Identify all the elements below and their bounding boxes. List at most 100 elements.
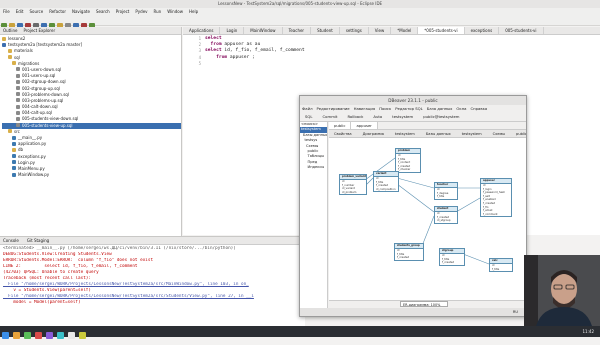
taskbar-app-icon[interactable]	[35, 332, 42, 339]
menu-item-file[interactable]: File	[3, 9, 10, 14]
navigator-item[interactable]: Индексы	[300, 165, 327, 170]
taskbar-app-icon[interactable]	[2, 332, 9, 339]
sql-keyword: from	[205, 42, 222, 48]
menu-item-refactor[interactable]: Refactor	[49, 9, 66, 14]
editor-tab[interactable]: exceptions	[465, 27, 500, 34]
dbeaver-menu-item[interactable]: Навигация	[354, 106, 376, 111]
er-entity[interactable]: stgroup id f_title f_created	[439, 248, 465, 266]
dbeaver-tab[interactable]: public	[329, 122, 352, 129]
er-diagram[interactable]: problem id f_title f_content f_created f_chec…	[329, 138, 526, 300]
editor-tab[interactable]: 005-students-vi	[499, 27, 544, 34]
dbeaver-menu-item[interactable]: Справка	[471, 106, 488, 111]
editor-tab[interactable]: Login	[220, 27, 245, 34]
editor-tab[interactable]: *Model	[391, 27, 419, 34]
dbeaver-menu-item[interactable]: Редактирование	[317, 106, 350, 111]
taskbar-app-icon[interactable]	[68, 332, 75, 339]
dbeaver-menu-item[interactable]: Окна	[456, 106, 466, 111]
tree-item-label: 001-users-down.sql	[22, 66, 62, 72]
project-explorer-panel: Outline Project Explorer lessons2 testsyst…	[0, 27, 182, 236]
console-tab[interactable]: Console	[3, 238, 19, 243]
dbeaver-editor-tabs: public appuser	[329, 122, 526, 130]
tab-project-explorer[interactable]: Project Explorer	[23, 28, 55, 33]
file-icon	[16, 110, 20, 115]
er-entity[interactable]: calc id f_title	[489, 258, 513, 273]
file-icon	[16, 67, 20, 72]
er-entity[interactable]: teacher id f_degree f_title	[434, 182, 458, 200]
menu-item-search[interactable]: Search	[96, 9, 110, 14]
dbeaver-subtab[interactable]: Свойства	[334, 132, 352, 136]
dbeaver-toolbar-item[interactable]: public@testsystem	[423, 114, 459, 119]
code-area[interactable]: select from appuser as au select id, f_fi…	[183, 35, 600, 61]
file-icon	[16, 92, 20, 97]
menu-item-window[interactable]: Window	[167, 9, 183, 14]
dbeaver-subtab[interactable]: testsystem	[395, 132, 415, 136]
editor-tab[interactable]: Student	[311, 27, 340, 34]
editor-tabs: Applications Login MainWindow Teacher Studen…	[183, 27, 600, 35]
tree-item-label: sql	[14, 54, 20, 60]
dbeaver-toolbar-item[interactable]: Auto	[373, 114, 382, 119]
dbeaver-menu-item[interactable]: Файл	[302, 106, 313, 111]
dbeaver-title: DBeaver 23.1.1 - public	[300, 96, 526, 105]
editor-tab[interactable]: Applications	[183, 27, 221, 34]
tree-item-label: MainMenu.py	[18, 165, 45, 171]
er-entity[interactable]: variant id f_title f_created id_composition	[373, 171, 399, 193]
dbeaver-subtab[interactable]: Схемы	[493, 132, 505, 136]
menu-item-navigate[interactable]: Navigate	[72, 9, 90, 14]
menu-item-pydev[interactable]: Pydev	[135, 9, 147, 14]
taskbar-app-icon[interactable]	[46, 332, 53, 339]
console-output[interactable]: <terminated> __main__.py [/home/sergei/w…	[0, 245, 305, 307]
dbeaver-tab[interactable]: appuser	[351, 122, 378, 129]
dbeaver-menu: Файл Редактирование Навигация Поиск Редактор…	[300, 105, 526, 112]
er-entity[interactable]: problem id f_title f_content f_created f_chec…	[395, 148, 421, 173]
taskbar-app-icon[interactable]	[79, 332, 86, 339]
console-line: model = Model(parent=self)	[3, 300, 81, 305]
dbeaver-toolbar-item[interactable]: testsystem	[392, 114, 413, 119]
console-tab[interactable]: Git Staging	[27, 238, 49, 243]
taskbar-app-icon[interactable]	[24, 332, 31, 339]
taskbar-app-icon[interactable]	[13, 332, 20, 339]
editor-tab[interactable]: View	[369, 27, 392, 34]
tab-outline[interactable]: Outline	[3, 28, 17, 33]
editor-tab[interactable]: *005-students-vi	[418, 27, 465, 34]
editor-tab[interactable]: Teacher	[283, 27, 312, 34]
er-entity[interactable]: problem_variant id f_number id_variant id_pr…	[339, 174, 367, 196]
dbeaver-toolbar-item[interactable]: Rollback	[347, 114, 363, 119]
menu-item-source[interactable]: Source	[29, 9, 43, 14]
dbeaver-subtab[interactable]: public	[516, 132, 526, 136]
er-entity[interactable]: students_group id f_title f_created	[394, 243, 424, 261]
er-entity[interactable]: student id f_created id_stgroup	[434, 206, 458, 224]
entity-column: id_problem	[342, 190, 357, 194]
dbeaver-window[interactable]: DBeaver 23.1.1 - public Файл Редактирован…	[299, 95, 527, 317]
editor-tab[interactable]: MainWindow	[244, 27, 283, 34]
taskbar-app-icon[interactable]	[57, 332, 64, 339]
menu-item-project[interactable]: Project	[116, 9, 130, 14]
editor-tab[interactable]: settings	[340, 27, 369, 34]
zoom-select[interactable]: ER-диаграмма: 100%	[400, 301, 448, 307]
dbeaver-toolbar-item[interactable]: Commit	[323, 114, 338, 119]
er-entity[interactable]: appuser id f_login f_password_hash f_salt f_e…	[480, 178, 512, 218]
menu-item-edit[interactable]: Edit	[16, 9, 24, 14]
dbeaver-toolbar-item[interactable]: SQL	[305, 114, 313, 119]
menu-item-help[interactable]: Help	[189, 9, 198, 14]
webcam-overlay	[524, 255, 600, 326]
entity-column: f_created	[397, 256, 410, 260]
dbeaver-menu-item[interactable]: Поиск	[379, 106, 391, 111]
dbeaver-menu-item[interactable]: База данных	[427, 106, 453, 111]
line-number: 5	[198, 60, 201, 66]
tree-item-label: exceptions.py	[18, 153, 46, 159]
dbeaver-menu-item[interactable]: Редактор SQL	[395, 106, 423, 111]
tree-item-label: testsystem2a [testsystem2a master]	[8, 42, 83, 48]
tree-item-label: __main__.py	[18, 135, 43, 140]
dbeaver-subtab[interactable]: testsystem	[462, 132, 482, 136]
dbeaver-toolbar: SQL Commit Rollback Auto testsystem public@te…	[300, 112, 526, 122]
sql-text: appuser as au	[221, 42, 261, 48]
menu-item-run[interactable]: Run	[154, 9, 162, 14]
entity-column: f_comment	[483, 212, 498, 216]
tree-item[interactable]: MainWindow.py	[2, 172, 181, 178]
tree-item-label: 005-students-view-down.sql	[22, 116, 79, 122]
entity-column: f_created	[442, 261, 455, 265]
dbeaver-subtab[interactable]: Диаграмма	[363, 132, 384, 136]
python-file-icon	[12, 135, 16, 140]
dbeaver-subtab[interactable]: Базы данных	[426, 132, 451, 136]
sql-keyword: select	[205, 36, 222, 41]
